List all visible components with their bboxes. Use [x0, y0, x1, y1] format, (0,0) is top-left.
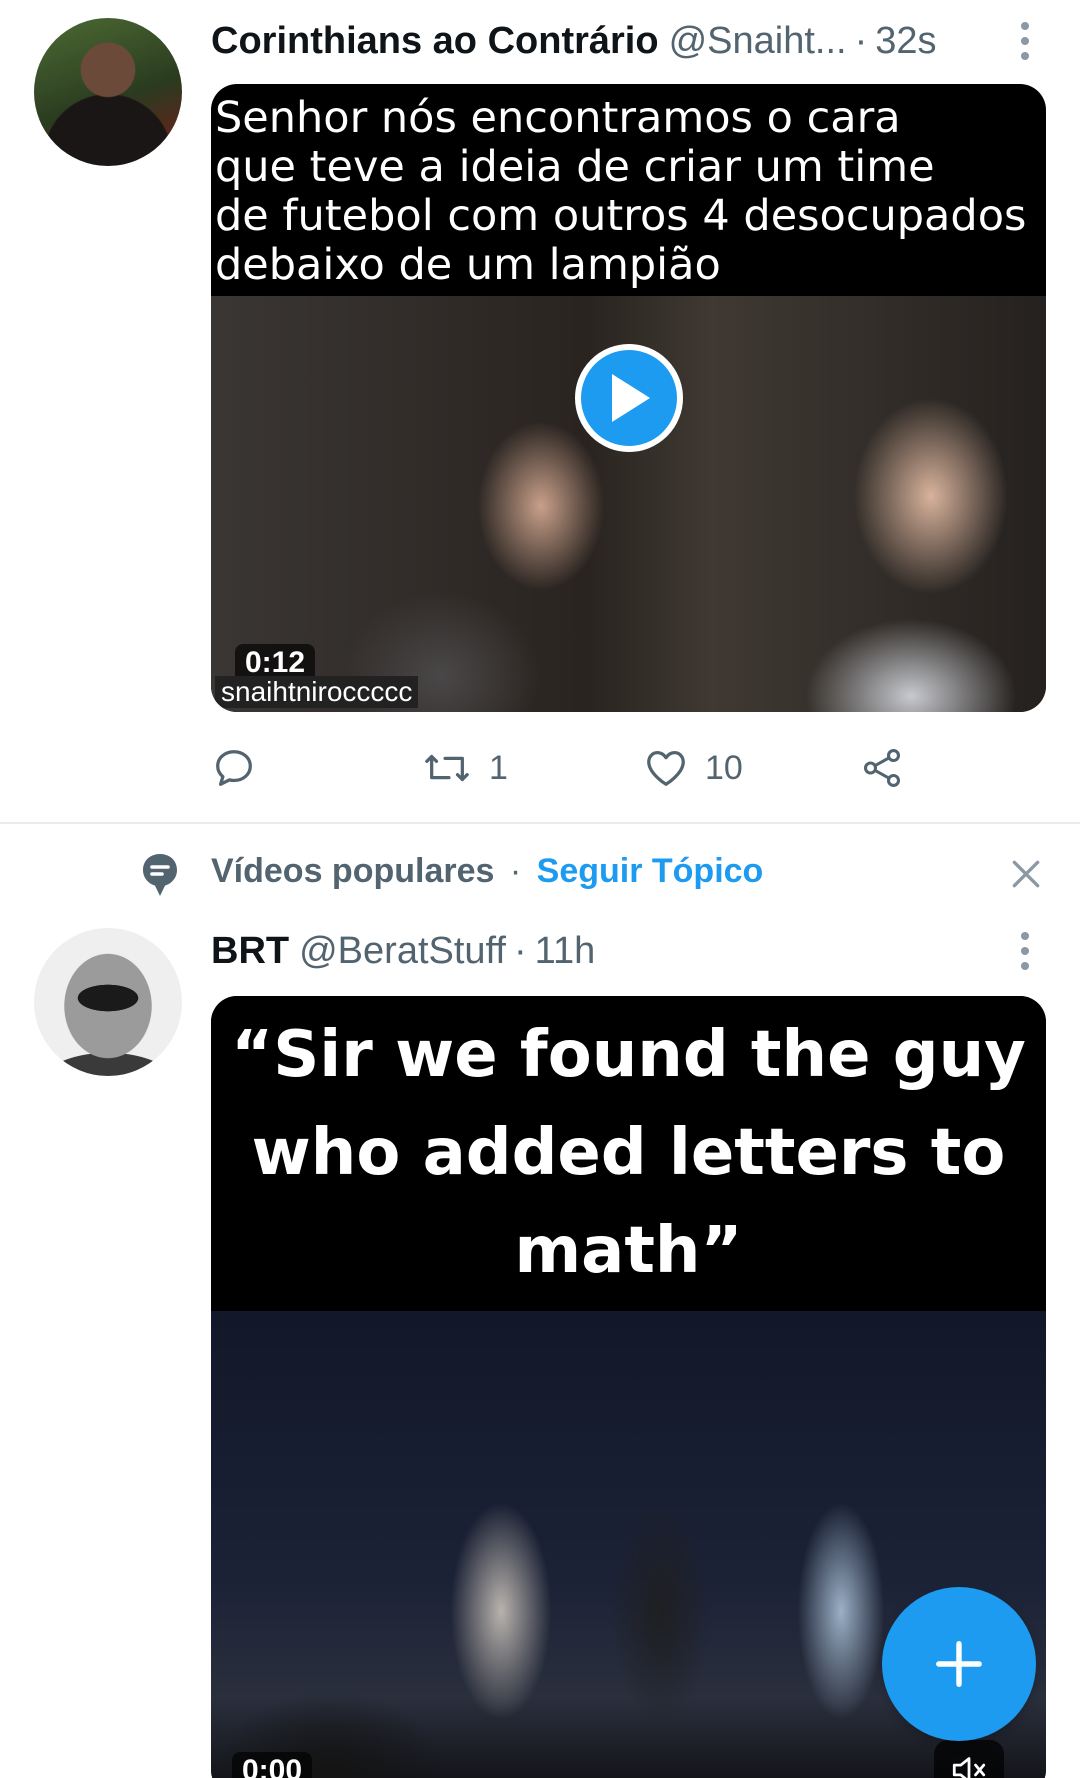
video-watermark: snaihtniroccccc: [215, 676, 419, 708]
like-button[interactable]: 10: [643, 740, 743, 796]
play-icon: [612, 374, 650, 422]
tweet-header: BRT @BeratStuff · 11h: [211, 926, 595, 976]
tweet-header: Corinthians ao Contrário @Snaiht... · 32…: [211, 16, 937, 66]
separator: ·: [513, 929, 527, 972]
avatar[interactable]: [34, 928, 182, 1076]
share-icon: [863, 749, 901, 787]
avatar[interactable]: [34, 18, 182, 166]
play-button[interactable]: [575, 344, 683, 452]
heart-icon: [647, 751, 685, 786]
author-name[interactable]: BRT: [211, 930, 289, 973]
mute-button[interactable]: [934, 1740, 1004, 1778]
reply-icon: [216, 750, 252, 786]
separator: ·: [509, 852, 522, 890]
follow-topic-link[interactable]: Seguir Tópico: [537, 852, 764, 890]
video-duration: 0:00: [232, 1752, 313, 1778]
topic-icon: [143, 854, 177, 896]
video-player[interactable]: Senhor nós encontramos o cara que teve a…: [211, 84, 1046, 712]
plus-icon: [936, 1641, 982, 1687]
author-name[interactable]: Corinthians ao Contrário: [211, 20, 659, 63]
share-button[interactable]: [859, 740, 905, 796]
compose-tweet-button[interactable]: [882, 1587, 1036, 1741]
like-count: 10: [705, 748, 743, 787]
feed-divider: [0, 822, 1080, 824]
topic-label: Vídeos populares: [211, 852, 495, 890]
video-caption: “Sir we found the guy who added letters …: [211, 996, 1046, 1311]
retweet-count: 1: [489, 748, 508, 787]
reply-button[interactable]: [211, 740, 257, 796]
author-handle[interactable]: @Snaiht...: [669, 20, 847, 63]
timestamp[interactable]: 32s: [875, 20, 936, 63]
retweet-button[interactable]: 1: [421, 740, 508, 796]
author-handle[interactable]: @BeratStuff: [299, 930, 506, 973]
video-caption: Senhor nós encontramos o cara que teve a…: [215, 94, 1027, 290]
retweet-icon: [425, 754, 469, 782]
topic-row: Vídeos populares · Seguir Tópico: [0, 846, 1080, 902]
close-icon[interactable]: [1006, 854, 1046, 894]
timestamp[interactable]: 11h: [535, 930, 596, 973]
tweet-actions: 1 10: [211, 740, 1046, 796]
more-options-icon[interactable]: [1007, 16, 1043, 66]
muted-speaker-icon: [952, 1757, 986, 1778]
separator: ·: [854, 19, 868, 62]
more-options-icon[interactable]: [1007, 926, 1043, 976]
